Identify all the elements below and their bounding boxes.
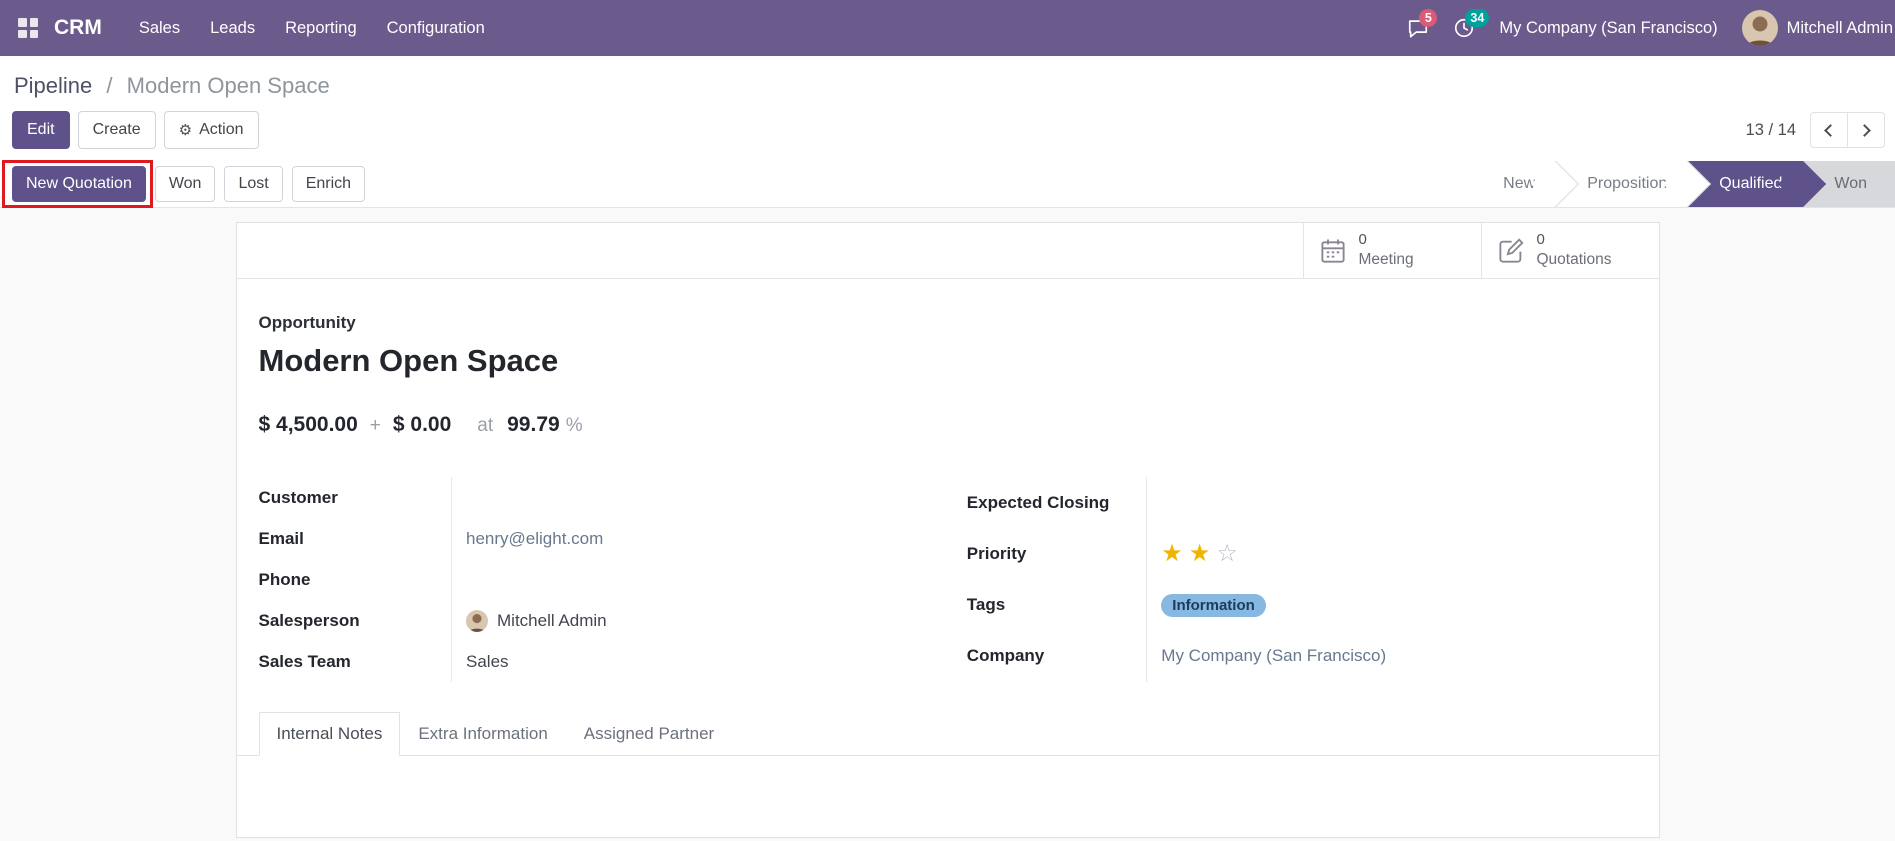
company-switcher[interactable]: My Company (San Francisco): [1499, 19, 1717, 38]
field-row-email: Email henry@elight.com: [258, 518, 929, 559]
activities-button[interactable]: 34: [1453, 9, 1490, 39]
breadcrumb-current: Modern Open Space: [126, 73, 330, 98]
at-label: at: [477, 415, 494, 436]
quotations-stat-button[interactable]: 0 Quotations: [1480, 223, 1659, 278]
right-field-group: Expected Closing Priority ★ ★ ☆ Tags Inf…: [966, 477, 1637, 682]
field-row-expected-closing: Expected Closing: [966, 477, 1637, 529]
stage-label: Proposition: [1587, 175, 1668, 192]
stat-button-box: 0 Meeting 0 Quotations: [236, 223, 1659, 279]
edit-button[interactable]: Edit: [12, 111, 70, 149]
control-panel: Edit Create ⚙ Action 13 / 14: [0, 107, 1895, 161]
field-row-customer: Customer: [258, 477, 929, 518]
tag-information: Information: [1161, 593, 1266, 617]
avatar: [1741, 10, 1778, 46]
expected-revenue-amount: $ 4,500.00: [258, 413, 358, 436]
expected-closing-label: Expected Closing: [966, 492, 1110, 512]
percent-sign: %: [565, 415, 583, 436]
company-value: My Company (San Francisco): [1161, 646, 1387, 666]
company-label: Company: [966, 646, 1045, 666]
menu-configuration[interactable]: Configuration: [372, 0, 500, 56]
lost-button[interactable]: Lost: [224, 166, 283, 202]
chevron-left-icon: [1824, 123, 1837, 137]
sales-team-value: Sales: [466, 651, 509, 671]
chevron-right-icon: [1858, 123, 1871, 137]
quotation-label: Quotations: [1536, 251, 1612, 269]
menu-sales[interactable]: Sales: [124, 0, 195, 56]
menu-leads[interactable]: Leads: [195, 0, 270, 56]
sales-team-label: Sales Team: [258, 651, 351, 671]
stage-pipeline: New Proposition Qualified Won: [1485, 161, 1895, 207]
quotation-count: 0: [1536, 231, 1545, 249]
priority-stars[interactable]: ★ ★ ☆: [1161, 541, 1636, 566]
enrich-button[interactable]: Enrich: [291, 166, 366, 202]
email-label: Email: [258, 528, 304, 548]
tab-extra-information[interactable]: Extra Information: [400, 712, 565, 756]
field-row-company: Company My Company (San Francisco): [966, 630, 1637, 682]
opportunity-form: 0 Meeting 0 Quotations Opportunity Moder…: [235, 222, 1660, 838]
expected-revenue: $ 4,500.00 + $ 0.00 at 99.79 %: [259, 413, 1637, 437]
menu-reporting[interactable]: Reporting: [270, 0, 372, 56]
meeting-count: 0: [1358, 231, 1367, 249]
breadcrumb-separator: /: [106, 73, 113, 98]
stage-label: New: [1503, 175, 1536, 192]
opportunity-label: Opportunity: [258, 313, 356, 332]
breadcrumb-pipeline[interactable]: Pipeline: [14, 73, 92, 98]
star-filled-icon[interactable]: ★: [1161, 541, 1183, 566]
customer-label: Customer: [258, 487, 338, 507]
priority-label: Priority: [966, 543, 1027, 563]
activities-badge: 34: [1465, 9, 1490, 27]
action-menu-button[interactable]: ⚙ Action: [163, 111, 259, 149]
create-button[interactable]: Create: [77, 111, 156, 149]
phone-label: Phone: [258, 569, 311, 589]
quotation-icon: [1498, 237, 1524, 263]
pager-next-button[interactable]: [1847, 112, 1885, 148]
salesperson-label: Salesperson: [258, 610, 360, 630]
user-name: Mitchell Admin: [1786, 18, 1893, 37]
breadcrumb: Pipeline / Modern Open Space: [0, 56, 1895, 107]
recurring-revenue-amount: $ 0.00: [392, 413, 452, 436]
messages-badge: 5: [1419, 9, 1438, 27]
plus-sign: +: [369, 415, 381, 436]
probability-value: 99.79: [507, 413, 560, 436]
won-button[interactable]: Won: [154, 166, 216, 202]
star-empty-icon[interactable]: ☆: [1216, 541, 1238, 566]
field-row-sales-team: Sales Team Sales: [258, 641, 929, 682]
field-row-priority: Priority ★ ★ ☆: [966, 528, 1637, 580]
meeting-label: Meeting: [1358, 251, 1414, 269]
pager-previous-button[interactable]: [1810, 112, 1848, 148]
tags-label: Tags: [966, 595, 1006, 615]
gear-icon: ⚙: [178, 121, 193, 139]
new-quotation-button[interactable]: New Quotation: [12, 166, 146, 202]
left-field-group: Customer Email henry@elight.com Phone Sa…: [258, 477, 929, 682]
opportunity-title: Modern Open Space: [258, 343, 559, 378]
stage-new[interactable]: New: [1485, 161, 1556, 207]
action-label: Action: [199, 121, 244, 138]
field-row-tags: Tags Information: [966, 579, 1637, 631]
field-row-salesperson: Salesperson Mitchell Admin: [258, 600, 929, 641]
content-area: 0 Meeting 0 Quotations Opportunity Moder…: [0, 208, 1895, 841]
field-row-phone: Phone: [258, 559, 929, 600]
tab-assigned-partner[interactable]: Assigned Partner: [566, 712, 732, 756]
meetings-stat-button[interactable]: 0 Meeting: [1302, 223, 1481, 278]
email-value[interactable]: henry@elight.com: [466, 529, 603, 548]
app-brand[interactable]: CRM: [54, 16, 102, 40]
star-filled-icon[interactable]: ★: [1189, 541, 1211, 566]
calendar-icon: [1320, 239, 1345, 263]
stage-label: Won: [1834, 175, 1867, 192]
statusbar: New Quotation Won Lost Enrich New Propos…: [0, 160, 1895, 208]
top-navbar: CRM Sales Leads Reporting Configuration …: [0, 0, 1895, 56]
pager-value: 13 / 14: [1745, 120, 1796, 139]
user-menu[interactable]: Mitchell Admin: [1741, 10, 1893, 46]
tab-internal-notes[interactable]: Internal Notes: [258, 712, 401, 756]
salesperson-avatar: [466, 609, 488, 632]
internal-notes-content: [236, 756, 1659, 837]
stage-label: Qualified: [1719, 175, 1783, 192]
notebook: Internal Notes Extra Information Assigne…: [236, 712, 1659, 837]
apps-menu-icon[interactable]: [18, 18, 38, 38]
messages-button[interactable]: 5: [1407, 9, 1438, 39]
salesperson-value: Mitchell Admin: [497, 610, 607, 630]
